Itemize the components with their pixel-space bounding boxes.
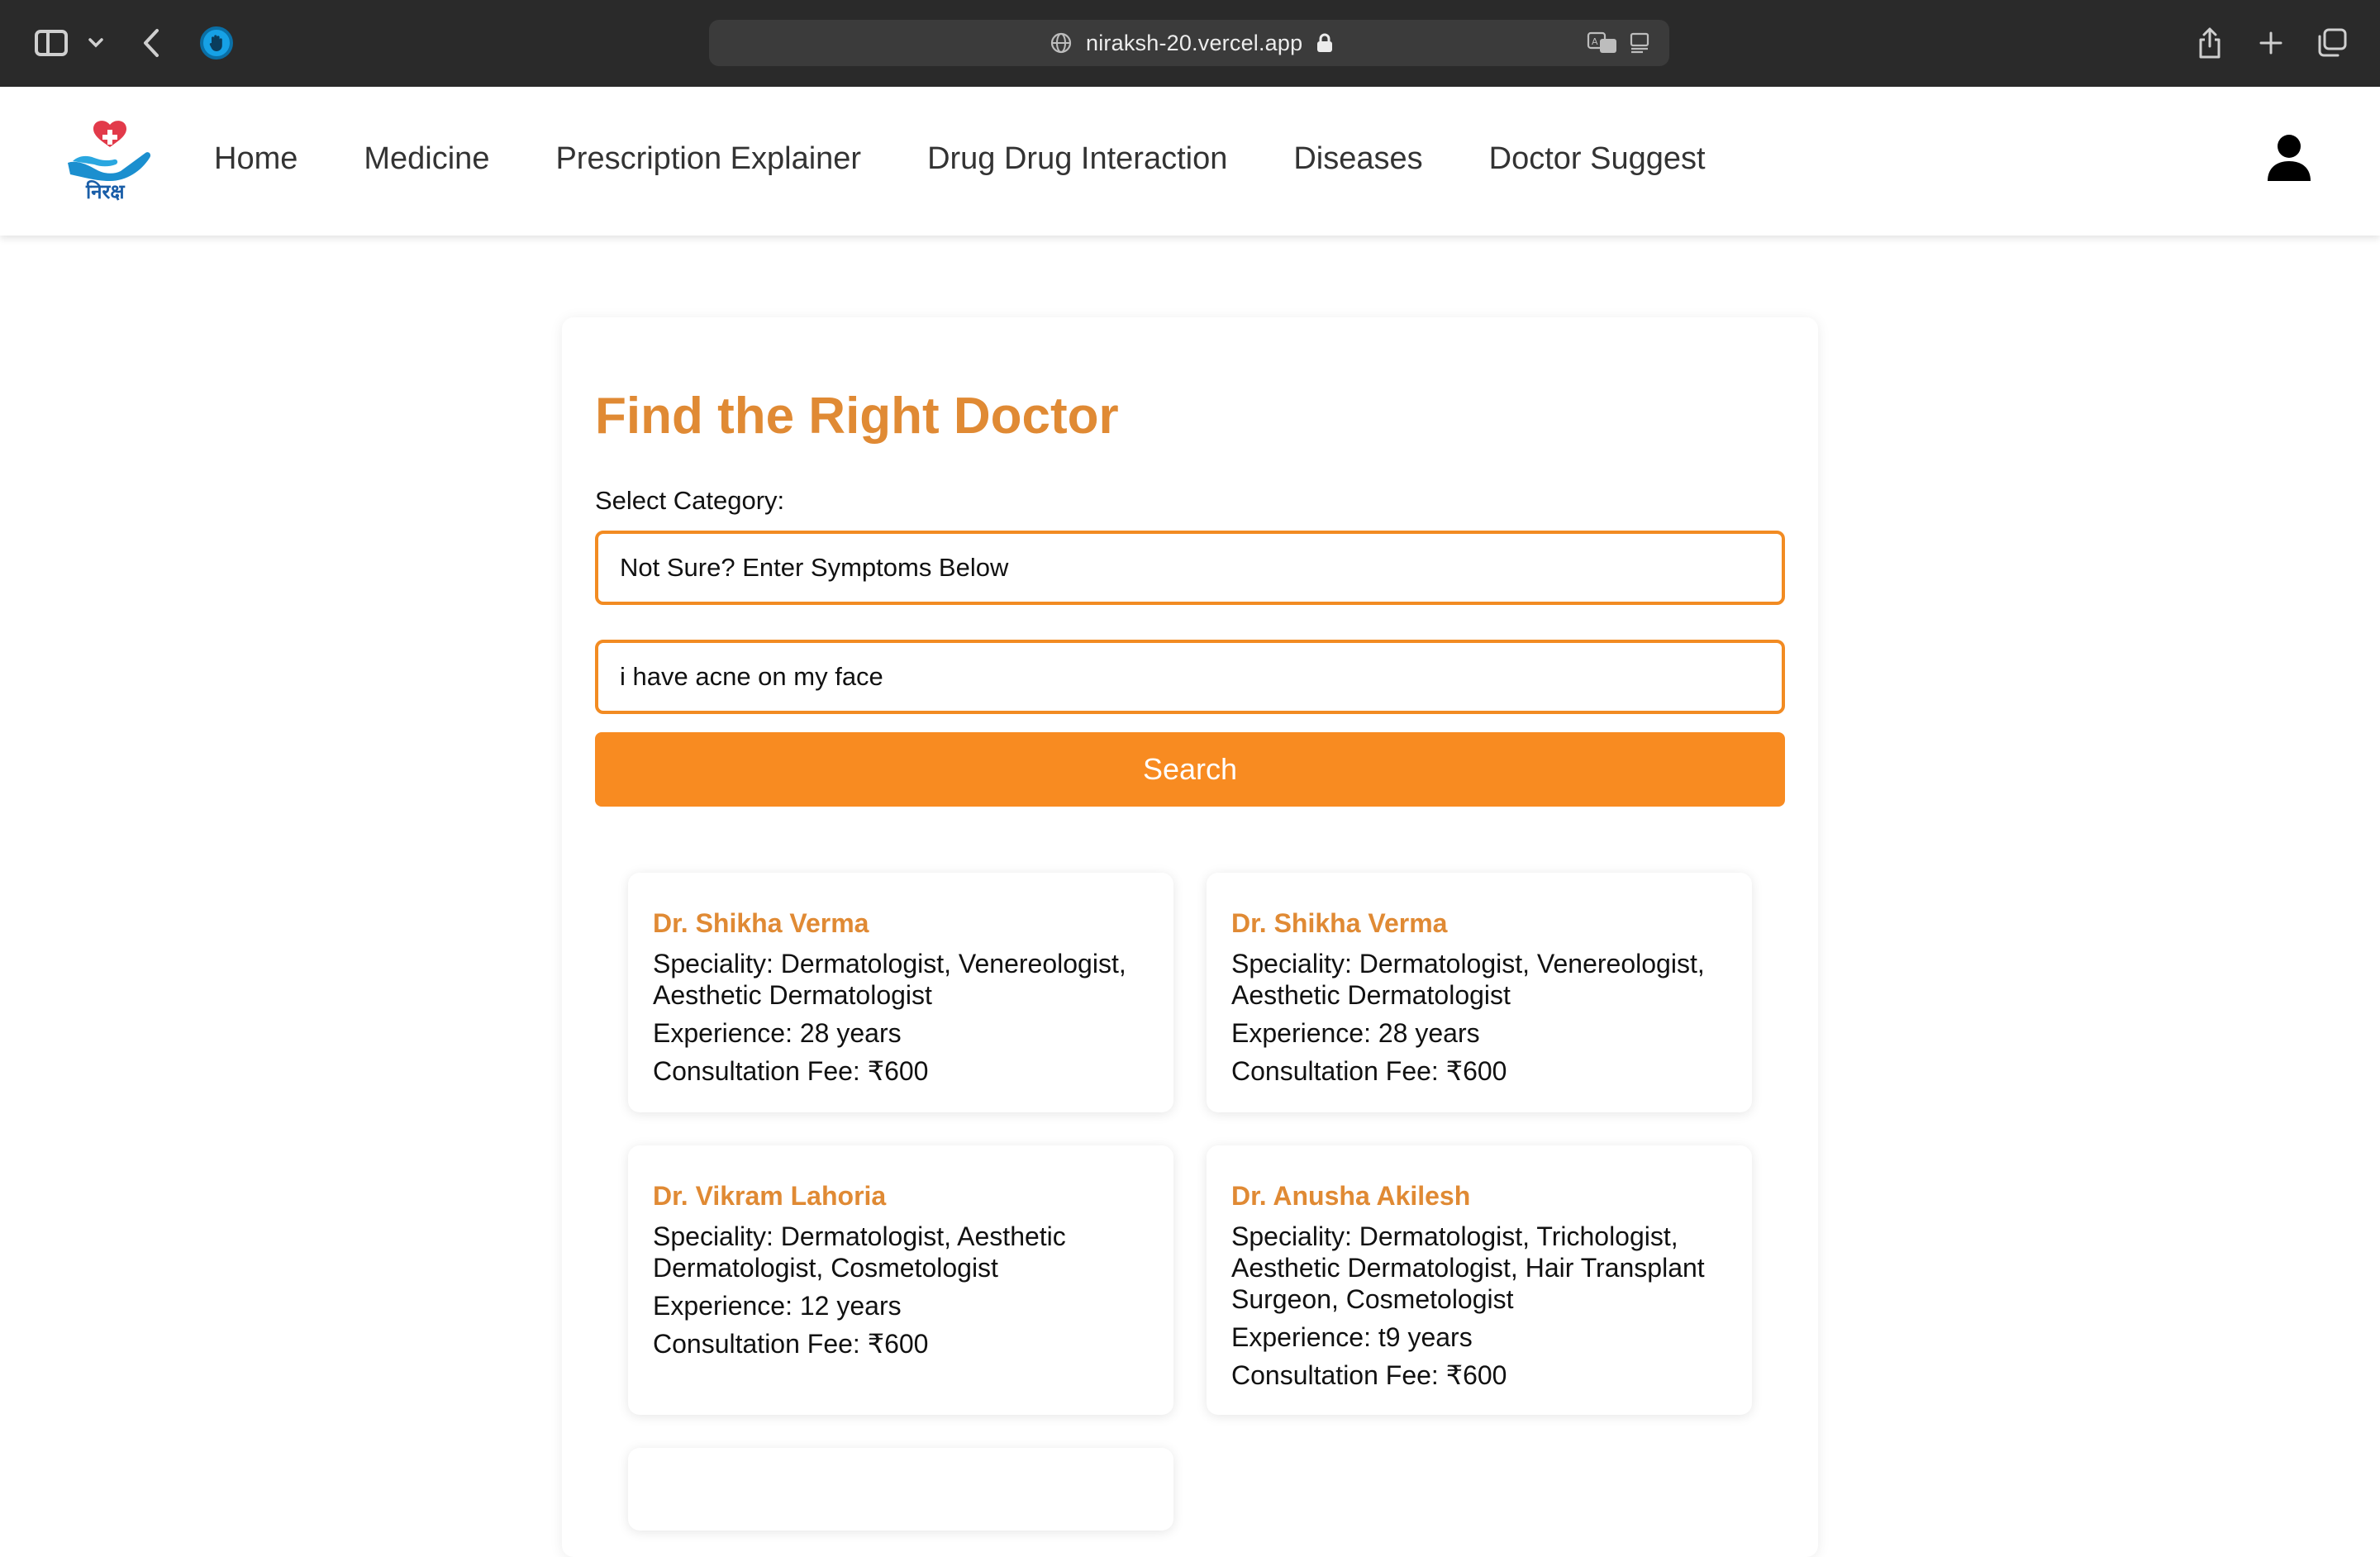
- doctor-speciality: Aesthetic Dermatologist: [653, 980, 932, 1010]
- doctor-speciality: Speciality: Dermatologist, Venereologist…: [653, 949, 1126, 978]
- nav-diseases-link[interactable]: Diseases: [1293, 141, 1422, 177]
- svg-text:A: A: [1592, 36, 1598, 47]
- doctor-fee: Consultation Fee: ₹600: [653, 1329, 929, 1359]
- doctor-card[interactable]: Dr. Vikram Lahoria Speciality: Dermatolo…: [628, 1145, 1173, 1415]
- doctor-speciality: Aesthetic Dermatologist: [1231, 980, 1511, 1010]
- category-label: Select Category:: [595, 486, 785, 515]
- doctor-finder-card: Find the Right Doctor Select Category: N…: [562, 317, 1818, 1557]
- doctor-fee: Consultation Fee: ₹600: [1231, 1360, 1507, 1390]
- doctor-speciality: Speciality: Dermatologist, Trichologist,: [1231, 1221, 1678, 1251]
- translate-icon[interactable]: A: [1587, 31, 1618, 55]
- extension-hand-icon[interactable]: [198, 21, 235, 64]
- chevron-down-icon[interactable]: [86, 21, 106, 64]
- doctor-name: Dr. Shikha Verma: [1231, 908, 1448, 938]
- doctor-experience: Experience: 28 years: [653, 1018, 902, 1048]
- doctor-card[interactable]: Dr. Anusha Akilesh Speciality: Dermatolo…: [1207, 1145, 1752, 1415]
- plus-icon[interactable]: [2254, 21, 2287, 64]
- doctor-name: Dr. Vikram Lahoria: [653, 1181, 887, 1211]
- nav-home-link[interactable]: Home: [214, 141, 298, 177]
- doctor-speciality: Surgeon, Cosmetologist: [1231, 1284, 1514, 1314]
- reader-icon[interactable]: [1628, 31, 1651, 55]
- doctor-speciality: Dermatologist, Cosmetologist: [653, 1253, 998, 1283]
- logo-text: निरक्ष: [86, 180, 125, 203]
- doctor-fee: Consultation Fee: ₹600: [1231, 1056, 1507, 1086]
- site-navbar: निरक्ष Home Medicine Prescription Explai…: [0, 87, 2380, 236]
- address-bar[interactable]: niraksh-20.vercel.app A: [709, 20, 1669, 66]
- doctor-name: Dr. Anusha Akilesh: [1231, 1181, 1471, 1211]
- doctor-card[interactable]: Dr. Shikha Verma Speciality: Dermatologi…: [1207, 873, 1752, 1112]
- nav-doctor-suggest-link[interactable]: Doctor Suggest: [1489, 141, 1706, 177]
- lock-icon: [1317, 33, 1332, 52]
- doctor-experience: Experience: t9 years: [1231, 1322, 1473, 1352]
- nav-medicine-link[interactable]: Medicine: [364, 141, 489, 177]
- doctor-fee: Consultation Fee: ₹600: [653, 1056, 929, 1086]
- nav-drug-interaction-link[interactable]: Drug Drug Interaction: [927, 141, 1227, 177]
- user-account-icon[interactable]: [2266, 133, 2312, 183]
- url-text: niraksh-20.vercel.app: [1086, 31, 1303, 55]
- doctor-card[interactable]: Dr. Shikha Verma Speciality: Dermatologi…: [628, 873, 1173, 1112]
- share-icon[interactable]: [2193, 21, 2226, 64]
- symptoms-input-value: i have acne on my face: [620, 662, 883, 691]
- category-select[interactable]: Not Sure? Enter Symptoms Below: [595, 531, 1785, 605]
- category-select-value: Not Sure? Enter Symptoms Below: [620, 553, 1009, 582]
- page-title: Find the Right Doctor: [595, 388, 1119, 445]
- doctor-name: Dr. Shikha Verma: [653, 908, 869, 938]
- doctor-card-partial[interactable]: [628, 1448, 1173, 1531]
- doctor-speciality: Speciality: Dermatologist, Aesthetic: [653, 1221, 1066, 1251]
- sidebar-toggle-icon[interactable]: [31, 21, 71, 64]
- browser-toolbar: niraksh-20.vercel.app A: [0, 0, 2380, 87]
- nav-prescription-explainer-link[interactable]: Prescription Explainer: [555, 141, 861, 177]
- symptoms-input[interactable]: i have acne on my face: [595, 640, 1785, 714]
- tab-overview-icon[interactable]: [2314, 21, 2350, 64]
- doctor-speciality: Aesthetic Dermatologist, Hair Transplant: [1231, 1253, 1705, 1283]
- nav-links: Home Medicine Prescription Explainer Dru…: [214, 141, 1772, 177]
- doctor-experience: Experience: 12 years: [653, 1291, 902, 1321]
- back-arrow-icon[interactable]: [137, 21, 165, 64]
- doctor-experience: Experience: 28 years: [1231, 1018, 1480, 1048]
- search-button[interactable]: Search: [595, 732, 1785, 807]
- doctor-speciality: Speciality: Dermatologist, Venereologist…: [1231, 949, 1705, 978]
- globe-icon: [1050, 32, 1072, 54]
